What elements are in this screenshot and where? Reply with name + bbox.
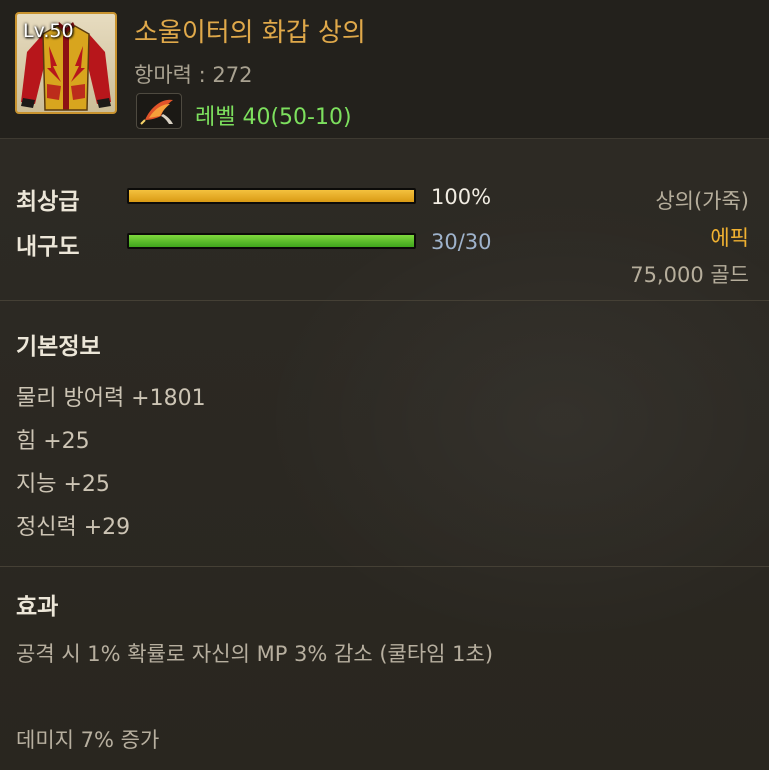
durability-bar-fill <box>129 235 414 247</box>
grade-label: 최상급 <box>16 189 80 215</box>
durability-label: 내구도 <box>16 234 80 260</box>
tooltip-header: Lv.50 소울이터의 화갑 상의 항마력 : 272 레벨 40(50-10) <box>0 0 769 139</box>
basic-info-title: 기본정보 <box>16 334 101 360</box>
effect-line: 데미지 7% 증가 <box>16 728 160 752</box>
grade-bar-fill <box>129 190 414 202</box>
item-name: 소울이터의 화갑 상의 <box>134 18 366 48</box>
resist-stat: 항마력 : 272 <box>134 63 253 87</box>
divider <box>0 566 769 567</box>
item-level-badge: Lv.50 <box>23 20 74 42</box>
item-tooltip: Lv.50 소울이터의 화갑 상의 항마력 : 272 레벨 40(50-10)… <box>0 0 769 770</box>
effect-line: 공격 시 1% 확률로 자신의 MP 3% 감소 (쿨타임 1초) <box>16 642 494 666</box>
phoenix-feather-icon <box>136 93 182 129</box>
stat-line: 힘 +25 <box>16 429 90 454</box>
divider <box>0 300 769 301</box>
durability-bar <box>127 233 416 249</box>
durability-value: 30/30 <box>431 230 492 254</box>
rarity-label: 에픽 <box>710 226 749 250</box>
stat-line: 정신력 +29 <box>16 515 131 540</box>
stat-line: 물리 방어력 +1801 <box>16 386 206 411</box>
sell-price: 75,000 골드 <box>630 263 749 287</box>
item-type: 상의(가죽) <box>655 189 749 213</box>
stat-line: 지능 +25 <box>16 472 110 497</box>
level-requirement: 레벨 40(50-10) <box>195 105 352 130</box>
item-slot[interactable]: Lv.50 <box>15 12 117 114</box>
effects-title: 효과 <box>16 594 59 620</box>
grade-bar <box>127 188 416 204</box>
grade-value: 100% <box>431 185 492 209</box>
